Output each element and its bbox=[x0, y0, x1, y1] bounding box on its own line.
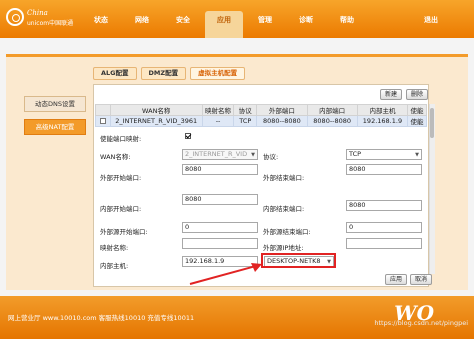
cell-map-name: -- bbox=[201, 115, 235, 127]
ext-end-port-input[interactable]: 8080 bbox=[346, 164, 422, 175]
col-enable: 使能 bbox=[407, 104, 427, 116]
cell-int-host: 192.168.1.9 bbox=[356, 115, 409, 127]
col-ext-port: 外部端口 bbox=[256, 104, 308, 116]
nav-diagnostics[interactable]: 诊断 bbox=[287, 11, 325, 29]
ext-start-port-input[interactable]: 8080 bbox=[182, 164, 258, 175]
cancel-button[interactable]: 取消 bbox=[410, 274, 432, 285]
nav-status[interactable]: 状态 bbox=[82, 11, 120, 29]
protocol-label: 协议: bbox=[263, 153, 279, 161]
map-name-input[interactable] bbox=[182, 238, 258, 249]
map-name-label: 映射名称: bbox=[100, 244, 129, 252]
ext-start-port-label: 外部开始端口: bbox=[100, 174, 142, 182]
src-end-port-input[interactable]: 0 bbox=[346, 222, 422, 233]
tab-virtual-host[interactable]: 虚拟主机配置 bbox=[190, 67, 246, 80]
table-row[interactable]: 2_INTERNET_R_VID_3961 -- TCP 8080--8080 … bbox=[95, 115, 427, 127]
int-end-port-input[interactable]: 8080 bbox=[346, 200, 422, 211]
int-start-port-input[interactable]: 8080 bbox=[182, 194, 258, 205]
enable-mapping-checkbox[interactable] bbox=[185, 133, 191, 139]
cell-int-port: 8080--8080 bbox=[306, 115, 358, 127]
int-start-port-label: 内部开始端口: bbox=[100, 205, 142, 213]
wan-name-select[interactable]: 2_INTERNET_R_VID ▼ bbox=[182, 149, 258, 160]
cell-ext-port: 8080--8080 bbox=[256, 115, 308, 127]
chevron-down-icon: ▼ bbox=[251, 152, 255, 158]
ext-end-port-label: 外部结束端口: bbox=[263, 174, 305, 182]
enable-mapping-label: 使能端口映射: bbox=[100, 135, 142, 143]
delete-button[interactable]: 删除 bbox=[406, 89, 429, 100]
wan-name-label: WAN名称: bbox=[100, 153, 131, 161]
nav-help[interactable]: 帮助 bbox=[328, 11, 366, 29]
tab-dmz[interactable]: DMZ配置 bbox=[140, 67, 187, 80]
nav-network[interactable]: 网络 bbox=[123, 11, 161, 29]
tab-alg[interactable]: ALG配置 bbox=[93, 67, 137, 80]
row-checkbox[interactable] bbox=[95, 115, 111, 127]
nav-management[interactable]: 管理 bbox=[246, 11, 284, 29]
col-int-host: 内部主机 bbox=[356, 104, 409, 116]
unicom-knot-icon bbox=[6, 8, 24, 26]
src-ip-input[interactable] bbox=[346, 238, 422, 249]
int-host-label: 内部主机: bbox=[100, 262, 129, 270]
sidebar-item-ddns[interactable]: 动态DNS设置 bbox=[24, 96, 86, 112]
logo-text-unicom: unicom中国联通 bbox=[27, 20, 74, 27]
src-end-port-label: 外部源结束端口: bbox=[263, 228, 311, 236]
highlight-box bbox=[261, 253, 336, 268]
nav-application[interactable]: 应用 bbox=[205, 11, 243, 38]
exit-button[interactable]: 退出 bbox=[424, 11, 438, 29]
watermark: https://blog.csdn.net/pingpei bbox=[374, 319, 468, 327]
protocol-select[interactable]: TCP ▼ bbox=[346, 149, 422, 160]
new-button[interactable]: 新建 bbox=[380, 89, 403, 100]
top-header: China unicom中国联通 状态 网络 安全 应用 管理 诊断 帮助 退出 bbox=[0, 0, 474, 38]
table-header-row: WAN名称 映射名称 协议 外部端口 内部端口 内部主机 使能 bbox=[95, 104, 427, 116]
annotation-arrow-icon bbox=[189, 263, 262, 285]
int-end-port-label: 内部结束端口: bbox=[263, 205, 305, 213]
src-start-port-label: 外部源开始端口: bbox=[100, 228, 148, 236]
col-select bbox=[95, 104, 111, 116]
apply-button[interactable]: 应用 bbox=[385, 274, 407, 285]
src-start-port-input[interactable]: 0 bbox=[182, 222, 258, 233]
scrollbar-thumb[interactable] bbox=[430, 108, 434, 138]
chevron-down-icon: ▼ bbox=[415, 152, 419, 158]
sub-tabs: ALG配置 DMZ配置 虚拟主机配置 bbox=[93, 67, 249, 80]
col-int-port: 内部端口 bbox=[306, 104, 358, 116]
footer-links: 网上营业厅 www.10010.com 客服热线10010 充值专线10011 bbox=[8, 314, 195, 322]
cell-protocol: TCP bbox=[233, 115, 258, 127]
col-protocol: 协议 bbox=[233, 104, 258, 116]
cell-enable: 使能 bbox=[407, 115, 427, 127]
col-wan-name: WAN名称 bbox=[109, 104, 203, 116]
nav-security[interactable]: 安全 bbox=[164, 11, 202, 29]
src-ip-label: 外部源IP地址: bbox=[263, 244, 304, 252]
unicom-logo: China unicom中国联通 bbox=[6, 5, 76, 33]
sidebar-item-advanced-nat[interactable]: 高级NAT配置 bbox=[24, 119, 86, 135]
main-nav: 状态 网络 安全 应用 管理 诊断 帮助 bbox=[82, 11, 369, 38]
mapping-table: WAN名称 映射名称 协议 外部端口 内部端口 内部主机 使能 2_INTERN… bbox=[95, 104, 427, 127]
sidebar: 动态DNS设置 高级NAT配置 bbox=[24, 96, 86, 142]
logo-text-china: China bbox=[27, 9, 48, 17]
col-map-name: 映射名称 bbox=[201, 104, 235, 116]
cell-wan-name: 2_INTERNET_R_VID_3961 bbox=[109, 115, 203, 127]
